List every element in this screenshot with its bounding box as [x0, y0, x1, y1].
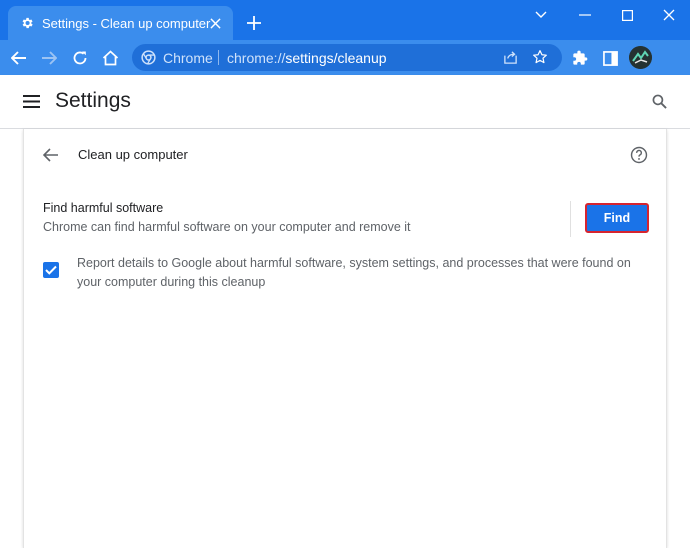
reload-icon[interactable] [69, 47, 91, 69]
avatar[interactable] [629, 46, 652, 69]
find-button[interactable]: Find [585, 203, 649, 233]
find-harmful-software-title: Find harmful software [43, 201, 164, 215]
cleanup-card: Clean up computer Find harmful software … [23, 129, 667, 548]
window-close-icon[interactable] [654, 4, 684, 26]
menu-icon[interactable] [22, 93, 40, 109]
find-harmful-software-description: Chrome can find harmful software on your… [43, 220, 411, 234]
title-bar: Settings - Clean up computer [0, 0, 690, 40]
page-title: Settings [55, 89, 131, 112]
browser-toolbar: Chrome chrome://settings/cleanup [0, 40, 690, 75]
maximize-icon[interactable] [612, 4, 642, 26]
share-icon[interactable] [501, 48, 519, 66]
back-arrow-icon[interactable] [41, 146, 61, 164]
url-path: settings/cleanup [285, 50, 387, 66]
help-icon[interactable] [629, 145, 649, 165]
home-icon[interactable] [99, 47, 121, 69]
forward-arrow-icon[interactable] [38, 47, 60, 69]
divider [570, 201, 571, 237]
tab-title: Settings - Clean up computer [42, 15, 211, 31]
address-bar[interactable]: Chrome chrome://settings/cleanup [132, 44, 562, 71]
minimize-icon[interactable] [570, 4, 600, 26]
report-details-checkbox[interactable] [43, 262, 59, 278]
url-prefix: chrome:// [227, 50, 286, 66]
omnibox-divider [218, 50, 219, 65]
star-icon[interactable] [531, 48, 549, 66]
plus-icon[interactable] [244, 13, 264, 33]
check-icon [45, 265, 57, 275]
url-text[interactable]: chrome://settings/cleanup [227, 50, 387, 66]
chevron-down-icon[interactable] [526, 4, 556, 26]
chrome-logo-icon [140, 49, 157, 66]
report-details-label: Report details to Google about harmful s… [77, 256, 631, 289]
extensions-icon[interactable] [569, 47, 591, 69]
close-icon[interactable] [207, 15, 223, 31]
settings-header: Settings [0, 75, 690, 129]
search-icon[interactable] [650, 92, 668, 110]
side-panel-icon[interactable] [599, 47, 621, 69]
gear-icon [20, 16, 34, 30]
browser-tab[interactable]: Settings - Clean up computer [8, 6, 233, 40]
page-heading: Clean up computer [78, 147, 188, 162]
site-label: Chrome [163, 50, 213, 66]
back-arrow-icon[interactable] [8, 47, 30, 69]
